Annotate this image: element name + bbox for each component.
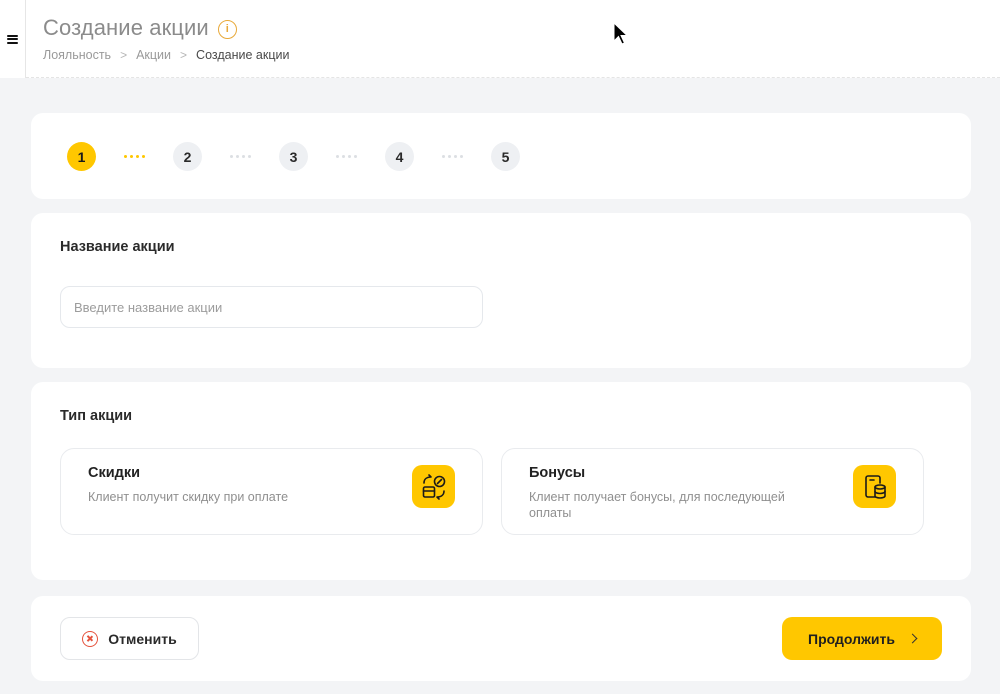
- promotion-type-card: Тип акции Скидки Клиент получит скидку п…: [31, 382, 971, 580]
- promotion-name-label: Название акции: [60, 239, 175, 255]
- promotion-type-label: Тип акции: [60, 408, 133, 424]
- page-title: Создание акции: [43, 15, 209, 40]
- type-option-title: Скидки: [88, 465, 141, 481]
- type-option-title: Бонусы: [529, 465, 586, 481]
- breadcrumb-separator: >: [120, 48, 128, 62]
- step-connector: [414, 155, 491, 158]
- step-connector: [308, 155, 385, 158]
- menu-icon[interactable]: [7, 34, 18, 44]
- continue-button-label: Продолжить: [808, 630, 895, 647]
- type-option-bonuses[interactable]: Бонусы Клиент получает бонусы, для после…: [501, 448, 924, 535]
- step-2[interactable]: 2: [173, 142, 202, 171]
- stepper-card: 1 2 3 4 5: [31, 113, 971, 199]
- cancel-button[interactable]: Отменить: [60, 617, 199, 660]
- type-option-discounts[interactable]: Скидки Клиент получит скидку при оплате: [60, 448, 483, 535]
- actions-card: Отменить Продолжить: [31, 596, 971, 681]
- title-row: Создание акции i: [43, 15, 237, 41]
- step-1[interactable]: 1: [67, 142, 96, 171]
- step-4[interactable]: 4: [385, 142, 414, 171]
- mouse-cursor-icon: [613, 22, 629, 45]
- promotion-name-card: Название акции: [31, 213, 971, 368]
- cancel-circle-icon: [82, 630, 99, 647]
- bonus-coins-icon: [853, 465, 896, 508]
- stepper: 1 2 3 4 5: [67, 142, 520, 171]
- type-option-description: Клиент получит скидку при оплате: [88, 490, 289, 504]
- info-icon[interactable]: i: [217, 19, 237, 39]
- cancel-button-label: Отменить: [108, 630, 177, 647]
- step-connector: [96, 155, 173, 158]
- breadcrumb-promotions[interactable]: Акции: [136, 48, 171, 62]
- chevron-right-icon: [907, 633, 918, 644]
- promotion-name-input[interactable]: [60, 286, 483, 328]
- step-5[interactable]: 5: [491, 142, 520, 171]
- page-header: Создание акции i Лояльность > Акции > Со…: [26, 0, 1000, 78]
- continue-button[interactable]: Продолжить: [782, 617, 942, 660]
- breadcrumb-separator: >: [180, 48, 188, 62]
- breadcrumb-current: Создание акции: [196, 48, 290, 62]
- breadcrumb: Лояльность > Акции > Создание акции: [43, 48, 289, 62]
- side-rail: [0, 0, 26, 78]
- discount-exchange-icon: [412, 465, 455, 508]
- breadcrumb-loyalty[interactable]: Лояльность: [43, 48, 111, 62]
- type-option-description: Клиент получает бонусы, для последующей …: [529, 490, 785, 520]
- step-connector: [202, 155, 279, 158]
- step-3[interactable]: 3: [279, 142, 308, 171]
